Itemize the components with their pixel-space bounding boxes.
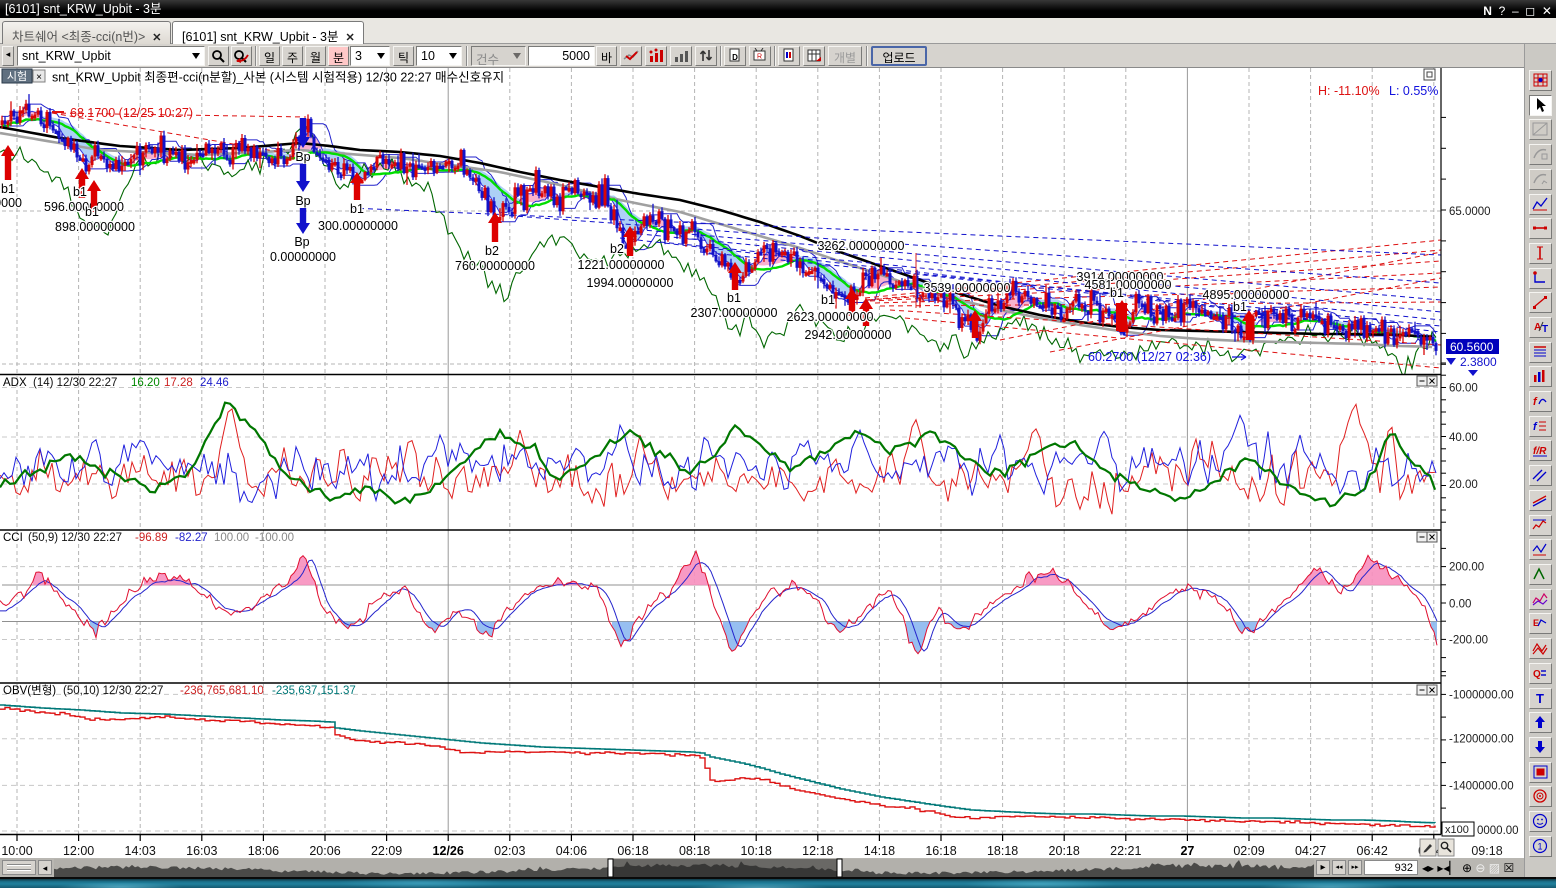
svg-text:x100: x100 xyxy=(1445,824,1469,836)
svg-text:2307.00000000: 2307.00000000 xyxy=(691,306,778,320)
svg-text:16.20: 16.20 xyxy=(131,377,160,389)
svg-text:b1: b1 xyxy=(350,202,364,216)
svg-text:D: D xyxy=(732,53,738,62)
svg-text:20:06: 20:06 xyxy=(309,844,340,858)
svg-text:2942.00000000: 2942.00000000 xyxy=(805,328,892,342)
svg-text:20:18: 20:18 xyxy=(1049,844,1080,858)
svg-text:1221.00000000: 1221.00000000 xyxy=(578,258,665,272)
svg-text:T: T xyxy=(1536,691,1544,706)
svg-text:396.00000000: 396.00000000 xyxy=(0,196,22,210)
svg-text:b1: b1 xyxy=(1,182,15,196)
svg-text:16:18: 16:18 xyxy=(925,844,956,858)
svg-text:200.00: 200.00 xyxy=(1449,562,1484,574)
svg-text:12:00: 12:00 xyxy=(63,844,94,858)
svg-text:08:18: 08:18 xyxy=(679,844,710,858)
svg-text:0.00: 0.00 xyxy=(1449,598,1471,610)
svg-text:Bp: Bp xyxy=(295,194,310,208)
svg-text:22:09: 22:09 xyxy=(371,844,402,858)
svg-text:1: 1 xyxy=(1537,842,1542,852)
svg-text:-236,765,681.10: -236,765,681.10 xyxy=(180,685,264,697)
svg-text:18:18: 18:18 xyxy=(987,844,1018,858)
svg-text:Bp: Bp xyxy=(295,150,310,164)
svg-text:04:06: 04:06 xyxy=(556,844,587,858)
svg-text:14:03: 14:03 xyxy=(125,844,156,858)
svg-text:(50,10) 12/30 22:27: (50,10) 12/30 22:27 xyxy=(63,685,163,697)
svg-text:-235,637,151.37: -235,637,151.37 xyxy=(272,685,356,697)
svg-text:20.00: 20.00 xyxy=(1449,479,1478,491)
svg-text:40.00: 40.00 xyxy=(1449,432,1478,444)
svg-text:×: × xyxy=(36,72,42,83)
svg-text:3539.00000000: 3539.00000000 xyxy=(924,281,1011,295)
svg-text:L: 0.55%: L: 0.55% xyxy=(1389,84,1438,98)
svg-text:898.00000000: 898.00000000 xyxy=(55,220,135,234)
svg-text:b2: b2 xyxy=(485,244,499,258)
svg-text:OBV(변형): OBV(변형) xyxy=(3,684,56,697)
svg-text:-1000000.00: -1000000.00 xyxy=(1449,689,1514,701)
svg-text:(14) 12/30 22:27: (14) 12/30 22:27 xyxy=(33,377,117,389)
svg-text:(50,9) 12/30 22:27: (50,9) 12/30 22:27 xyxy=(28,532,122,544)
svg-text:b1: b1 xyxy=(727,291,741,305)
svg-text:09:18: 09:18 xyxy=(1471,844,1502,858)
svg-text:-82.27: -82.27 xyxy=(175,532,208,544)
svg-text:10:00: 10:00 xyxy=(1,844,32,858)
svg-text:27: 27 xyxy=(1180,844,1194,858)
svg-text:E: E xyxy=(1533,618,1539,628)
svg-text:-1400000.00: -1400000.00 xyxy=(1449,780,1514,792)
svg-text:-96.89: -96.89 xyxy=(135,532,168,544)
svg-text:ADX: ADX xyxy=(3,377,27,389)
svg-text:b1: b1 xyxy=(85,205,99,219)
svg-text:596.00000000: 596.00000000 xyxy=(44,200,124,214)
svg-text:24.46: 24.46 xyxy=(200,377,229,389)
svg-text:T: T xyxy=(1542,324,1548,335)
svg-text:CCI: CCI xyxy=(3,532,23,544)
svg-text:17.28: 17.28 xyxy=(164,377,193,389)
svg-text:100.00: 100.00 xyxy=(214,532,249,544)
svg-text:10:18: 10:18 xyxy=(741,844,772,858)
svg-text:02:03: 02:03 xyxy=(494,844,525,858)
svg-text:12/26: 12/26 xyxy=(433,844,464,858)
svg-text:2.3800: 2.3800 xyxy=(1460,355,1497,369)
svg-text:b1: b1 xyxy=(73,185,87,199)
svg-text:60.5600: 60.5600 xyxy=(1450,340,1494,354)
svg-text:-1200000.00: -1200000.00 xyxy=(1449,734,1514,746)
svg-text:760.00000000: 760.00000000 xyxy=(455,259,535,273)
svg-text:H: -11.10%: H: -11.10% xyxy=(1318,84,1380,98)
svg-text:1994.00000000: 1994.00000000 xyxy=(587,276,674,290)
svg-text:-200.00: -200.00 xyxy=(1449,635,1488,647)
svg-text:14:18: 14:18 xyxy=(864,844,895,858)
svg-text:65.0000: 65.0000 xyxy=(1449,206,1491,218)
svg-text:3262.00000000: 3262.00000000 xyxy=(818,239,905,253)
svg-text:Bp: Bp xyxy=(294,235,309,249)
svg-text:300.00000000: 300.00000000 xyxy=(318,219,398,233)
svg-text:f: f xyxy=(1533,396,1538,408)
svg-text:04:27: 04:27 xyxy=(1295,844,1326,858)
svg-text:06:42: 06:42 xyxy=(1357,844,1388,858)
svg-text:시험: 시험 xyxy=(7,70,27,83)
svg-text:0.00000000: 0.00000000 xyxy=(270,250,336,264)
svg-text:60.00: 60.00 xyxy=(1449,383,1478,395)
svg-text:f/R: f/R xyxy=(1533,446,1547,457)
svg-text:2623.00000000: 2623.00000000 xyxy=(787,310,874,324)
svg-text:snt_KRW_Upbit 최종편-cci(n분할)_사본: snt_KRW_Upbit 최종편-cci(n분할)_사본 (시스템 시험적용)… xyxy=(52,71,504,85)
svg-text:0000.00: 0000.00 xyxy=(1477,825,1519,837)
svg-text:b1: b1 xyxy=(1110,286,1124,300)
svg-text:R: R xyxy=(756,54,761,61)
svg-text:f: f xyxy=(1533,421,1538,433)
svg-text:-100.00: -100.00 xyxy=(255,532,294,544)
svg-text:b1: b1 xyxy=(821,293,835,307)
svg-text:18:06: 18:06 xyxy=(248,844,279,858)
svg-text:b1: b1 xyxy=(1233,300,1247,314)
svg-text:06:18: 06:18 xyxy=(617,844,648,858)
svg-text:12:18: 12:18 xyxy=(802,844,833,858)
svg-text:Q: Q xyxy=(1533,669,1541,680)
svg-text:60.2700 (12/27 02:36): 60.2700 (12/27 02:36) xyxy=(1088,350,1211,364)
svg-text:68.1700 (12/25 10:27): 68.1700 (12/25 10:27) xyxy=(70,106,193,120)
svg-text:b2: b2 xyxy=(610,242,624,256)
svg-text:22:21: 22:21 xyxy=(1110,844,1141,858)
svg-text:02:09: 02:09 xyxy=(1233,844,1264,858)
svg-text:16:03: 16:03 xyxy=(186,844,217,858)
svg-text:4581.00000000: 4581.00000000 xyxy=(1085,278,1172,292)
